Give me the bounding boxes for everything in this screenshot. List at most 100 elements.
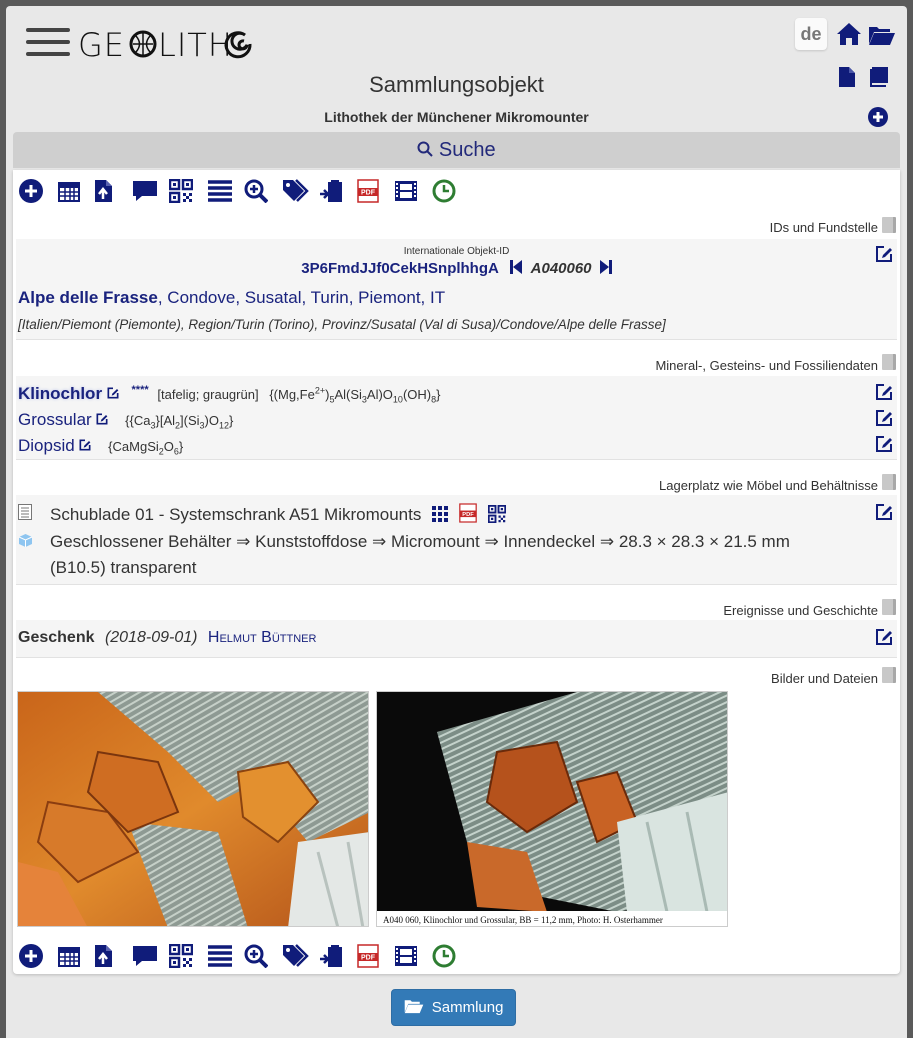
collection-button[interactable]: Sammlung bbox=[391, 989, 516, 1026]
locality-rest-link[interactable]: , Condove, Susatal, Turin, Piemont, IT bbox=[158, 288, 445, 307]
intl-object-id[interactable]: 3P6FmdJJf0CekHSnplhhgA bbox=[301, 260, 498, 277]
action-toolbar-top: PDF bbox=[19, 176, 469, 206]
section-book-icon[interactable] bbox=[882, 354, 896, 370]
collection-name: Lithothek der Münchener Mikromounter bbox=[324, 109, 589, 125]
tags-icon bbox=[282, 944, 309, 967]
container-icon bbox=[18, 534, 33, 547]
page-frame: GE LITH de Sammlungsobjekt Lithothek der… bbox=[6, 6, 907, 1038]
prev-object-icon[interactable] bbox=[510, 260, 523, 274]
tb-pdf[interactable]: PDF bbox=[356, 176, 395, 206]
tb-tags[interactable] bbox=[282, 941, 320, 971]
comment-icon bbox=[132, 181, 157, 201]
mineral-row: Diopsid {CaMgSi2O6} bbox=[18, 436, 183, 457]
tb-add[interactable] bbox=[19, 176, 57, 206]
event-date: (2018-09-01) bbox=[104, 629, 198, 646]
tb-zoom[interactable] bbox=[244, 941, 282, 971]
search-toggle[interactable]: Suche bbox=[13, 132, 900, 168]
intl-id-label: Internationale Objekt-ID bbox=[403, 246, 510, 257]
tb-clock[interactable] bbox=[432, 176, 470, 206]
clock-icon bbox=[432, 944, 455, 968]
specimen-photo-2[interactable]: A040 060, Klinochlor und Grossular, BB =… bbox=[376, 691, 728, 927]
clock-icon bbox=[432, 179, 455, 203]
section-book-icon[interactable] bbox=[882, 474, 896, 490]
section-book-icon[interactable] bbox=[882, 599, 896, 615]
tb-calendar[interactable] bbox=[57, 176, 95, 206]
storage-location-row: Schublade 01 - Systemschrank A51 Mikromo… bbox=[50, 503, 506, 525]
id-row: 3P6FmdJJf0CekHSnplhhgA A040060 bbox=[16, 260, 897, 277]
add-icon bbox=[19, 179, 43, 203]
locality-path: [Italien/Piemont (Piemonte), Region/Turi… bbox=[18, 317, 666, 332]
tb-film[interactable] bbox=[394, 176, 432, 206]
edit-icon[interactable] bbox=[875, 435, 893, 453]
mineral-row: Grossular {{Ca3}[Al2](Si3)O12} bbox=[18, 410, 233, 431]
tb-upload[interactable] bbox=[94, 176, 132, 206]
edit-icon[interactable] bbox=[875, 409, 893, 427]
locality-line: Alpe delle Frasse, Condove, Susatal, Tur… bbox=[18, 288, 445, 308]
qr-code-icon bbox=[169, 179, 193, 203]
qr-code-icon bbox=[169, 944, 193, 968]
tb-add[interactable] bbox=[19, 941, 57, 971]
tb-clock[interactable] bbox=[432, 941, 470, 971]
event-type: Geschenk bbox=[18, 629, 95, 646]
section-book-icon[interactable] bbox=[882, 217, 896, 233]
qr-code-icon[interactable] bbox=[487, 504, 506, 524]
mineral-formula: {{Ca3}[Al2](Si3)O12} bbox=[125, 413, 234, 431]
tb-comment[interactable] bbox=[132, 176, 170, 206]
tags-icon bbox=[282, 179, 309, 202]
minerals-section: Klinochlor **** [tafelig; graugrün] {(Mg… bbox=[16, 376, 897, 460]
edit-small-icon[interactable] bbox=[79, 439, 91, 451]
edit-small-icon[interactable] bbox=[107, 387, 119, 399]
tb-clipboard[interactable] bbox=[319, 941, 357, 971]
pdf-icon[interactable]: PDF bbox=[459, 503, 477, 523]
svg-text:PDF: PDF bbox=[361, 190, 376, 197]
tb-pdf[interactable]: PDF bbox=[356, 941, 395, 971]
tb-calendar[interactable] bbox=[57, 941, 95, 971]
search-label: Suche bbox=[438, 139, 496, 161]
section-book-icon[interactable] bbox=[882, 667, 896, 683]
geolitho-logo[interactable]: GE LITH bbox=[78, 26, 260, 69]
tb-list[interactable] bbox=[207, 176, 245, 206]
tb-clipboard[interactable] bbox=[319, 176, 357, 206]
home-icon[interactable] bbox=[836, 22, 862, 46]
edit-icon[interactable] bbox=[875, 628, 893, 646]
rating-stars: **** bbox=[131, 384, 149, 396]
add-icon bbox=[19, 944, 43, 968]
tb-qr[interactable] bbox=[169, 941, 207, 971]
container-description: Geschlossener Behälter ⇒ Kunststoffdose … bbox=[50, 532, 790, 577]
tb-qr[interactable] bbox=[169, 176, 207, 206]
tb-list[interactable] bbox=[207, 941, 245, 971]
page-title: Sammlungsobjekt bbox=[369, 72, 544, 97]
tb-tags[interactable] bbox=[282, 176, 320, 206]
language-button[interactable]: de bbox=[795, 18, 827, 50]
event-person-link[interactable]: Helmut Büttner bbox=[208, 629, 317, 646]
tb-film[interactable] bbox=[394, 941, 432, 971]
action-toolbar-bottom: PDF bbox=[19, 941, 469, 971]
menu-icon[interactable] bbox=[26, 28, 70, 62]
ids-section: Internationale Objekt-ID 3P6FmdJJf0CekHS… bbox=[16, 239, 897, 340]
mineral-name[interactable]: Grossular bbox=[18, 410, 92, 429]
svg-text:GE: GE bbox=[78, 26, 125, 60]
locality-main-link[interactable]: Alpe delle Frasse bbox=[18, 288, 158, 307]
mineral-name[interactable]: Diopsid bbox=[18, 436, 75, 455]
tb-upload[interactable] bbox=[94, 941, 132, 971]
grid-icon[interactable] bbox=[432, 506, 449, 522]
film-icon bbox=[395, 946, 417, 966]
photo-caption: A040 060, Klinochlor und Grossular, BB =… bbox=[383, 915, 663, 925]
edit-icon[interactable] bbox=[875, 383, 893, 401]
film-icon bbox=[395, 181, 417, 201]
add-icon[interactable] bbox=[868, 107, 888, 127]
section-label-images: Bilder und Dateien bbox=[771, 671, 878, 686]
tb-zoom[interactable] bbox=[244, 176, 282, 206]
logo-wordmark: GE LITH bbox=[78, 26, 252, 64]
calendar-icon bbox=[57, 182, 80, 202]
tb-comment[interactable] bbox=[132, 941, 170, 971]
edit-small-icon[interactable] bbox=[96, 413, 108, 425]
mineral-name[interactable]: Klinochlor bbox=[18, 384, 102, 403]
edit-icon[interactable] bbox=[875, 245, 893, 263]
folder-open-icon[interactable] bbox=[868, 24, 896, 46]
object-card: PDF IDs und Fundstelle Internationale Ob… bbox=[13, 170, 900, 974]
section-label-events: Ereignisse und Geschichte bbox=[723, 603, 878, 618]
next-object-icon[interactable] bbox=[599, 260, 612, 274]
edit-icon[interactable] bbox=[875, 503, 893, 521]
specimen-photo-1[interactable] bbox=[17, 691, 369, 927]
